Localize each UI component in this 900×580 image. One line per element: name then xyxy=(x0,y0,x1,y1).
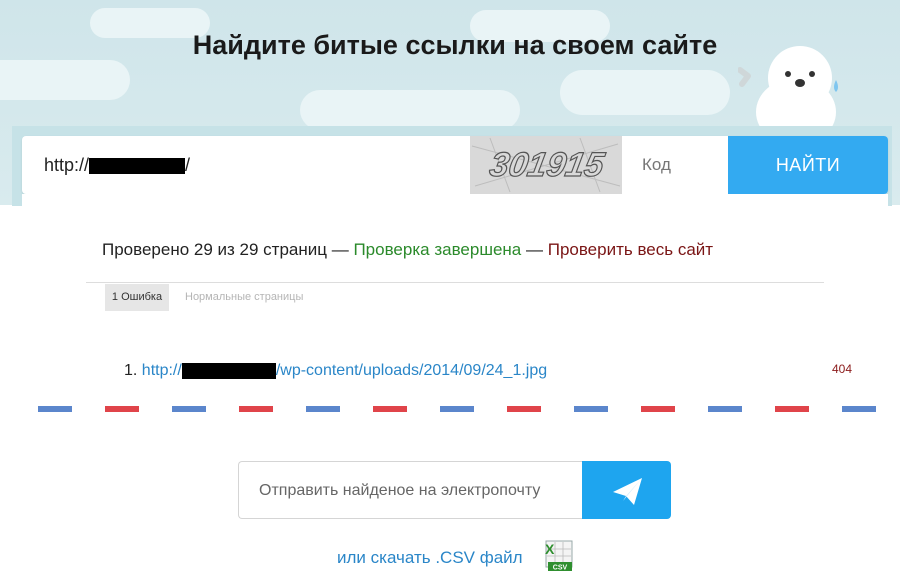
link-prefix: http:// xyxy=(141,362,182,379)
redacted-domain xyxy=(89,158,186,175)
captcha-code-input[interactable]: Код xyxy=(642,136,742,194)
search-form: http:// / 301915 Код НАЙТИ xyxy=(22,136,888,194)
status-code-badge: 404 xyxy=(832,362,853,376)
tab-normal-pages[interactable]: Нормальные страницы xyxy=(185,284,303,311)
divider xyxy=(86,282,824,283)
airmail-divider xyxy=(38,406,888,412)
check-whole-site-link[interactable]: Проверить весь сайт xyxy=(548,240,713,259)
cloud-decoration xyxy=(300,90,520,130)
checked-count: Проверено 29 из 29 страниц xyxy=(102,240,327,259)
redacted-domain xyxy=(181,362,276,379)
list-index: 1. xyxy=(124,362,138,379)
status-separator: — xyxy=(521,240,548,259)
cloud-decoration xyxy=(560,70,730,115)
captcha-image: 301915 xyxy=(470,136,622,194)
excel-csv-icon[interactable]: X CSV xyxy=(543,540,573,572)
download-csv-link[interactable]: или скачать .CSV файл xyxy=(337,548,523,568)
url-input[interactable]: http:// / xyxy=(44,136,190,194)
email-input[interactable]: Отправить найденое на электропочту xyxy=(238,461,584,519)
svg-text:X: X xyxy=(545,541,555,557)
seal-mascot-icon xyxy=(738,46,838,140)
list-item: 1. http:// /wp-content/uploads/2014/09/24… xyxy=(124,362,547,380)
scan-status: Проверено 29 из 29 страниц — Проверка за… xyxy=(102,240,713,260)
tab-errors[interactable]: 1 Ошибка xyxy=(105,284,169,311)
find-button[interactable]: НАЙТИ xyxy=(728,136,888,194)
status-separator: — xyxy=(327,240,354,259)
send-button[interactable] xyxy=(582,461,671,519)
svg-text:CSV: CSV xyxy=(553,565,568,572)
scan-complete-label: Проверка завершена xyxy=(353,240,522,259)
svg-text:301915: 301915 xyxy=(487,146,608,184)
link-path: /wp-content/uploads/2014/09/24_1.jpg xyxy=(275,362,548,379)
url-prefix: http:// xyxy=(44,155,90,175)
cloud-decoration xyxy=(0,60,130,100)
paper-plane-icon xyxy=(613,478,642,505)
broken-link[interactable]: http:// /wp-content/uploads/2014/09/24_1.… xyxy=(142,362,547,379)
url-suffix: / xyxy=(185,155,191,175)
